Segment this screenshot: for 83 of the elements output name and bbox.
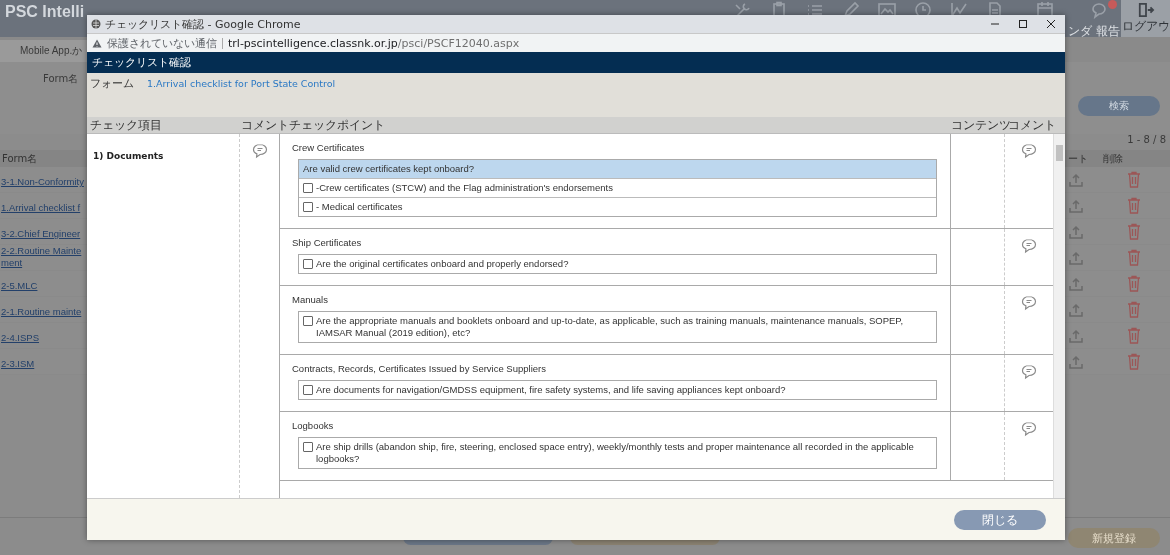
globe-icon [91,19,101,29]
dialog-title: チェックリスト確認 [92,55,191,70]
upload-icon[interactable] [1068,171,1084,188]
column-header: ート [1068,151,1089,166]
nav-label[interactable]: ンダ [1068,25,1092,38]
trash-icon[interactable] [1126,275,1141,292]
upload-icon[interactable] [1068,301,1084,318]
question-row: Are valid crew certificates kept onboard? [299,160,936,178]
form-link[interactable]: 2-5.MLC [1,280,38,292]
checkbox[interactable] [303,316,313,326]
logout-button[interactable]: ログアウ [1121,0,1170,37]
column-header: コンテンツ [951,117,1011,132]
comment-icon[interactable] [1021,238,1037,254]
app-title: PSC Intelli [5,3,85,21]
security-label[interactable]: 保護されていない通信 [107,35,217,51]
section-title: Crew Certificates [292,142,366,153]
column-header: コメント [241,117,289,132]
column-header: チェックポイント [289,117,385,132]
form-link[interactable]: 2-1.Routine mainte [1,306,82,318]
form-link[interactable]: 3-1.Non-Conformity [1,176,84,188]
window-title: チェックリスト確認 - Google Chrome [105,16,301,32]
trash-icon[interactable] [1126,353,1141,370]
section-title: Manuals [292,294,329,305]
trash-icon[interactable] [1126,171,1141,188]
form-link[interactable]: 2-4.ISPS [1,332,40,344]
contents-cell [950,229,1005,285]
upload-icon[interactable] [1068,327,1084,344]
checkbox[interactable] [303,442,313,452]
tab[interactable]: Mobile App.か [0,40,87,62]
upload-icon[interactable] [1068,353,1084,370]
trash-icon[interactable] [1126,223,1141,240]
column-header: Form名 [2,152,38,164]
trash-icon[interactable] [1126,197,1141,214]
comment-icon[interactable] [1021,364,1037,380]
warning-icon [92,38,102,48]
checkbox[interactable] [303,183,313,193]
field-label: フォーム [90,76,134,91]
checkbox[interactable] [303,202,313,212]
check-point: Are the appropriate manuals and booklets onboard and up-to-date, as applicable, such as training manuals, maintenance manuals, SOPEP, IAMSAR Manual (2019 edition), etc? [316,315,905,339]
door-icon [1136,2,1155,18]
maximize-icon[interactable] [1018,19,1028,29]
form-name-link[interactable]: 1.Arrival checklist for Port State Control [147,78,336,89]
upload-icon[interactable] [1068,223,1084,240]
comment-icon[interactable] [251,143,268,159]
comment-icon[interactable] [1021,295,1037,311]
new-button[interactable]: 新規登録 [1068,528,1160,548]
section-title: Contracts, Records, Certificates Issued by Service Suppliers [292,363,547,374]
column-header: 削除 [1102,151,1124,166]
trash-icon[interactable] [1126,327,1141,344]
trash-icon[interactable] [1126,301,1141,318]
upload-icon[interactable] [1068,197,1084,214]
upload-icon[interactable] [1068,275,1084,292]
checkbox[interactable] [303,385,313,395]
form-link[interactable]: 2-3.ISM [1,358,35,370]
section-title: Logbooks [292,420,335,431]
url-text[interactable]: trl-pscintelligence.classnk.or.jp/psci/PSCF12040.aspx [228,36,520,50]
comment-icon[interactable] [1021,421,1037,437]
section-title: Ship Certificates [292,237,363,248]
checkbox[interactable] [303,259,313,269]
contents-cell [950,412,1005,480]
scrollbar[interactable] [1053,134,1065,498]
check-point: Are the original certificates onboard and properly endorsed? [316,258,569,270]
search-button[interactable]: 検索 [1078,96,1160,116]
nav-label[interactable]: 報告 [1096,25,1120,38]
column-header: チェック項目 [90,117,162,132]
comment-icon[interactable] [1021,143,1037,159]
result-count: 1 - 8 / 8 [1127,134,1166,145]
contents-cell [950,355,1005,411]
field-label: Form名 [43,72,79,86]
close-button[interactable]: 閉じる [954,510,1046,530]
form-link[interactable]: 1.Arrival checklist f [1,202,81,214]
contents-cell [950,286,1005,354]
check-point: Are ship drills (abandon ship, fire, steering, enclosed space entry), weekly/monthly tests and proper maintenance all recorded in the applicable logbooks? [316,441,915,465]
check-point: - Medical certificates [316,201,403,213]
check-point: -Crew certificates (STCW) and the Flag administration's endorsements [316,182,613,194]
close-icon[interactable] [1046,19,1056,29]
notification-dot [1108,0,1117,9]
trash-icon[interactable] [1126,249,1141,266]
check-item: 1) Documents [93,151,164,161]
form-link[interactable]: 2-2.Routine Mainte ment [1,245,82,269]
check-point: Are documents for navigation/GMDSS equipment, fire safety systems, and life saving appliances kept onboard? [316,384,786,396]
upload-icon[interactable] [1068,249,1084,266]
form-link[interactable]: 3-2.Chief Engineer [1,228,81,240]
